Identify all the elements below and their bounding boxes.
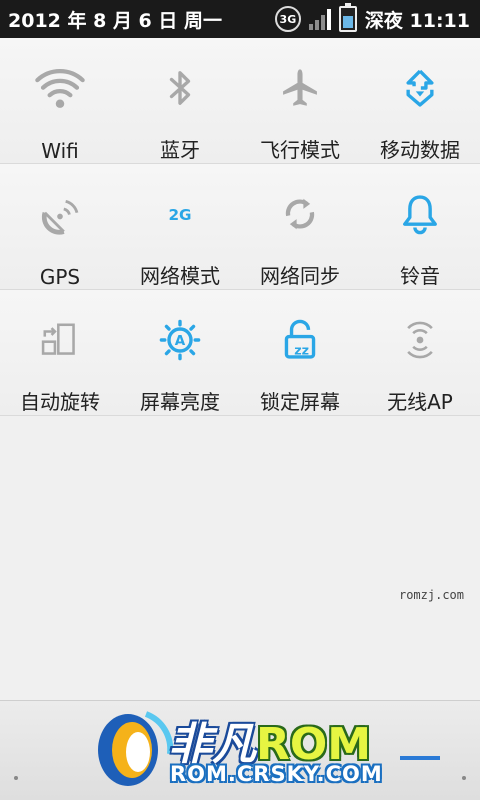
bottom-left-dot — [14, 776, 18, 780]
logo-underline — [400, 756, 440, 760]
toggle-bluetooth[interactable]: 蓝牙 — [120, 38, 240, 163]
wireless-ap-icon — [407, 321, 433, 359]
toggle-wifi-label: Wifi — [41, 139, 79, 163]
toggle-wireless-ap-label: 无线AP — [387, 390, 453, 414]
status-icons: 3G 深夜 11:11 — [274, 3, 470, 33]
toggle-gps[interactable]: GPS — [0, 164, 120, 289]
toggle-network-sync[interactable]: 网络同步 — [240, 164, 360, 289]
quick-settings-row: Wifi 蓝牙 飞行模式 移动数据 — [0, 38, 480, 164]
status-bar: 2012 年 8 月 6 日 周一 3G 深夜 11:11 — [0, 0, 480, 38]
network-mode-2g-icon: 2G — [168, 206, 191, 224]
toggle-mobile-data[interactable]: 移动数据 — [360, 38, 480, 163]
quick-settings-grid: Wifi 蓝牙 飞行模式 移动数据 GPS 2G 网络模式 网络同步 铃音 自动… — [0, 38, 480, 416]
toggle-wireless-ap[interactable]: 无线AP — [360, 290, 480, 415]
toggle-bluetooth-label: 蓝牙 — [160, 138, 200, 162]
toggle-ringtone-label: 铃音 — [400, 264, 440, 288]
toggle-mobile-data-label: 移动数据 — [380, 138, 460, 162]
network-3g-icon: 3G — [274, 6, 301, 32]
svg-text:2G: 2G — [168, 206, 191, 224]
quick-settings-row: 自动旋转 A 屏幕亮度 zz 锁定屏幕 无线AP — [0, 290, 480, 416]
toggle-auto-rotate-label: 自动旋转 — [20, 390, 100, 414]
status-date: 2012 年 8 月 6 日 周一 — [8, 9, 223, 32]
toggle-airplane-mode[interactable]: 飞行模式 — [240, 38, 360, 163]
brightness-auto-icon: A — [159, 319, 201, 361]
toggle-network-mode-label: 网络模式 — [140, 264, 220, 288]
toggle-brightness-label: 屏幕亮度 — [140, 390, 220, 414]
toggle-brightness[interactable]: A 屏幕亮度 — [120, 290, 240, 415]
bluetooth-icon — [169, 71, 191, 105]
battery-icon — [338, 3, 357, 32]
toggle-lock-screen[interactable]: zz 锁定屏幕 — [240, 290, 360, 415]
toggle-gps-label: GPS — [39, 265, 81, 289]
toggle-lock-screen-label: 锁定屏幕 — [260, 390, 340, 414]
bottom-right-dot — [462, 776, 466, 780]
signal-strength-icon — [308, 8, 331, 30]
status-time: 深夜 11:11 — [364, 9, 470, 32]
quick-settings-row: GPS 2G 网络模式 网络同步 铃音 — [0, 164, 480, 290]
airplane-icon — [283, 69, 317, 106]
gps-icon — [41, 200, 79, 235]
toggle-network-sync-label: 网络同步 — [260, 264, 340, 288]
lock-screen-icon: zz — [284, 319, 316, 359]
watermark-text: romzj.com — [398, 588, 464, 602]
auto-rotate-icon — [41, 323, 75, 355]
mobile-data-icon — [406, 69, 434, 107]
svg-text:zz: zz — [294, 342, 309, 357]
wifi-icon — [35, 69, 85, 108]
svg-text:A: A — [175, 333, 186, 349]
logo-subtitle: ROM.CRSKY.COM — [170, 762, 383, 786]
toggle-ringtone[interactable]: 铃音 — [360, 164, 480, 289]
bell-icon — [403, 195, 437, 235]
toggle-network-mode[interactable]: 2G 网络模式 — [120, 164, 240, 289]
sync-icon — [285, 198, 315, 230]
toggle-auto-rotate[interactable]: 自动旋转 — [0, 290, 120, 415]
toggle-airplane-mode-label: 飞行模式 — [260, 138, 340, 162]
toggle-wifi[interactable]: Wifi — [0, 38, 120, 163]
logo-swirl-icon — [98, 711, 174, 786]
